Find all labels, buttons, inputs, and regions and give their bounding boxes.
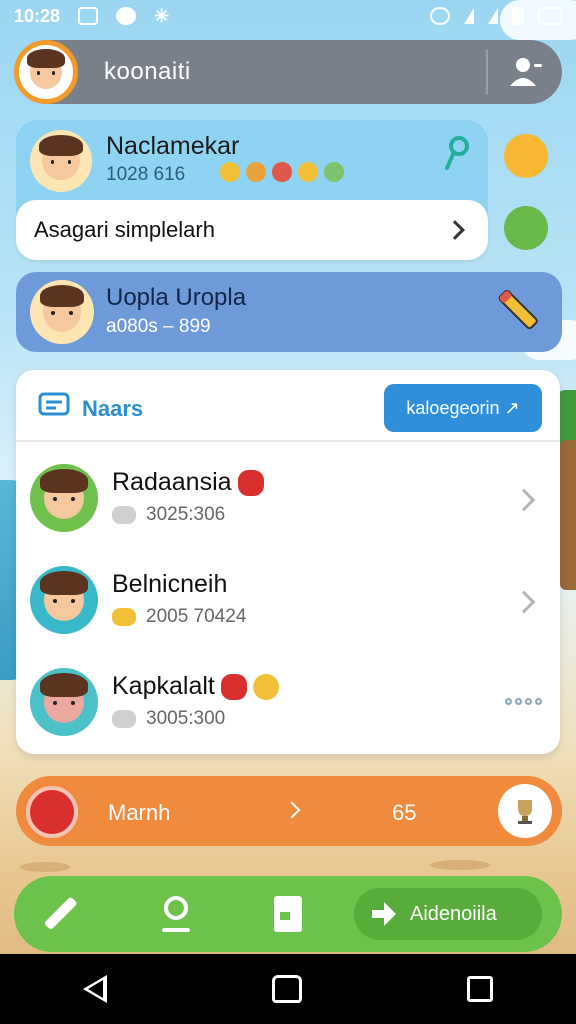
friend-name: Kapkalalt (112, 672, 215, 700)
badge-row (220, 162, 344, 182)
friend-name-line: Radaansia (112, 468, 264, 497)
march-value: 65 (392, 800, 417, 825)
wifi-icon (464, 8, 474, 24)
pet-face-icon (40, 673, 88, 724)
primary-action-button[interactable]: Aidenoiila (354, 888, 542, 940)
friend-row[interactable]: Belnicneih 2005 70424 (16, 552, 560, 652)
chat-icon (38, 392, 70, 416)
profile-avatar (30, 130, 92, 192)
leaf-badge-icon (324, 162, 344, 182)
secondary-avatar (30, 280, 94, 344)
friends-action-button[interactable]: kaloegeorin ↗ (384, 384, 542, 432)
home-icon[interactable] (271, 975, 302, 1003)
battery-icon (512, 7, 524, 25)
smiley-icon (252, 674, 279, 701)
star-badge-icon (220, 162, 240, 182)
sun-sticker-icon[interactable] (504, 134, 548, 178)
heart-icon (26, 786, 78, 838)
trophy-icon[interactable] (498, 784, 552, 838)
friend-name: Belnicneih (112, 570, 228, 598)
friend-sub-text: 3005:300 (146, 708, 226, 729)
march-bar[interactable]: Marnh 65 (16, 776, 562, 846)
friend-name-line: Kapkalalt (112, 672, 279, 701)
pin-icon[interactable] (444, 136, 470, 172)
more-icon[interactable] (505, 698, 542, 705)
cast-icon (538, 7, 562, 25)
friend-sub-text: 2005 70424 (146, 606, 247, 627)
medal-icon (112, 608, 136, 626)
friend-avatar (30, 464, 98, 532)
secondary-profile-card[interactable]: Uopla Uropla a080s – 899 (16, 272, 562, 352)
message-icon (116, 7, 137, 25)
friends-list-card: Naars kaloegeorin ↗ Radaansia 3025:306 B… (16, 370, 560, 754)
profile-name: Naclamekar (106, 132, 240, 160)
divider (486, 50, 488, 94)
profile-meta: 1028 616 (106, 164, 186, 185)
friends-list-title: Naars (82, 396, 144, 421)
boxing-glove-icon (237, 470, 264, 497)
primary-action-label: Aidenoiila (410, 902, 497, 925)
profile-link-row[interactable]: Asagari simplelarh (16, 200, 488, 260)
cloud-icon (112, 710, 136, 728)
chevron-right-icon (445, 220, 465, 240)
document-icon[interactable] (266, 892, 310, 936)
system-nav-bar (0, 954, 576, 1024)
account-name: koonaiti (104, 58, 191, 85)
secondary-name: Uopla Uropla (106, 284, 247, 311)
account-avatar[interactable] (14, 40, 78, 104)
friend-sub: 3025:306 (112, 504, 225, 526)
status-time: 10:28 (14, 5, 61, 26)
contacts-icon[interactable] (508, 56, 544, 88)
march-label: Marnh (108, 800, 171, 825)
signal-icon (488, 8, 498, 24)
sand-decoration (430, 860, 490, 870)
boxing-glove-icon (220, 674, 247, 701)
friend-name: Radaansia (112, 468, 232, 496)
alarm-icon (430, 7, 450, 25)
cloud-icon (112, 506, 136, 524)
profile-card[interactable]: Naclamekar 1028 616 Asagari simplelarh (16, 120, 488, 260)
location-pin-icon[interactable] (154, 892, 198, 936)
friend-row[interactable]: Radaansia 3025:306 (16, 450, 560, 550)
chevron-right-icon (512, 590, 536, 614)
girl-face-icon (39, 285, 85, 332)
action-bar: Aidenoiila (14, 876, 562, 952)
friend-avatar (30, 566, 98, 634)
recents-icon[interactable] (467, 976, 494, 1002)
pencil-icon[interactable] (498, 288, 544, 334)
friend-sub-text: 3025:306 (146, 504, 226, 525)
friend-row[interactable]: Kapkalalt 3005:300 (16, 654, 560, 754)
back-icon[interactable] (82, 975, 107, 1003)
friends-list-header: Naars kaloegeorin ↗ (16, 370, 560, 442)
trophy-badge-icon (298, 162, 318, 182)
star-sticker-icon[interactable] (504, 206, 548, 250)
heart-badge-icon (272, 162, 292, 182)
sparkle-icon: ✳ (154, 6, 170, 26)
secondary-meta: a080s – 899 (106, 316, 211, 337)
chevron-right-icon (283, 801, 301, 819)
arrow-right-icon (372, 902, 396, 926)
friend-sub: 3005:300 (112, 708, 225, 730)
sand-decoration (20, 862, 70, 872)
face-icon (27, 49, 66, 89)
boy-face-icon (40, 469, 88, 520)
friend-avatar (30, 668, 98, 736)
account-bar[interactable]: koonaiti (14, 40, 562, 104)
status-bar: 10:28 ✳ (0, 0, 576, 32)
boy-face-icon (40, 571, 88, 622)
notification-icon (78, 7, 99, 25)
chevron-right-icon (512, 488, 536, 512)
girl-face-icon (39, 134, 83, 181)
palm-decoration (560, 440, 576, 590)
flower-badge-icon (246, 162, 266, 182)
friend-sub: 2005 70424 (112, 606, 246, 628)
pencil-icon[interactable] (38, 892, 82, 936)
profile-link-label: Asagari simplelarh (34, 217, 215, 242)
